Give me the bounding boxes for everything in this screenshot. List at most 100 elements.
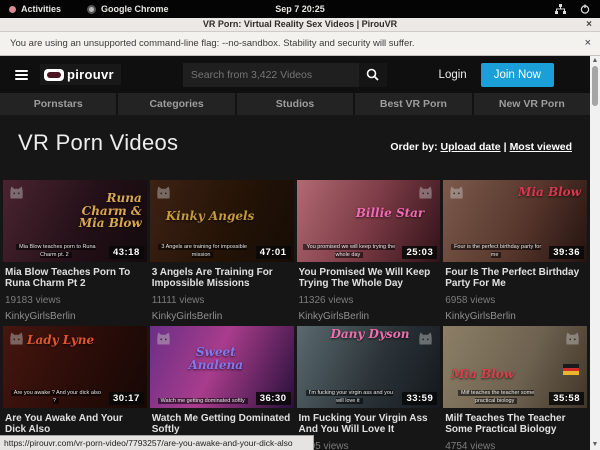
nav-item-pornstars[interactable]: Pornstars bbox=[0, 93, 118, 115]
studio-cat-mask-icon bbox=[448, 184, 465, 201]
system-bar: Activities Google Chrome Sep 7 20:25 bbox=[0, 0, 600, 18]
search-input[interactable] bbox=[183, 63, 359, 87]
video-thumbnail[interactable]: Mia Blow Four is the perfect birthday pa… bbox=[443, 180, 587, 262]
video-views: 19183 views bbox=[5, 295, 145, 306]
search-bar bbox=[183, 63, 387, 87]
video-thumbnail[interactable]: Dany Dyson I'm fucking your virgin ass a… bbox=[297, 326, 441, 408]
browser-viewport: pirouvr Login Join Now Pornstars bbox=[0, 56, 600, 450]
video-card[interactable]: Mia Blow Four is the perfect birthday pa… bbox=[443, 180, 587, 322]
thumbnail-performer-text: Dany Dyson bbox=[331, 328, 410, 341]
search-icon bbox=[366, 68, 379, 81]
video-thumbnail[interactable]: Kinky Angels 3 Angels are training for i… bbox=[150, 180, 294, 262]
video-card[interactable]: Lady Lyne Are you awake ? And your dick … bbox=[3, 326, 147, 450]
app-menu-button[interactable]: Google Chrome bbox=[101, 4, 169, 14]
video-card[interactable]: Runa Charm & Mia Blow Mia Blow teaches p… bbox=[3, 180, 147, 322]
thumbnail-performer-text: Runa Charm & Mia Blow bbox=[60, 192, 142, 230]
chrome-icon bbox=[87, 5, 96, 14]
scrollbar-thumb[interactable] bbox=[592, 66, 598, 106]
video-title-link[interactable]: Mia Blow Teaches Porn To Runa Charm Pt 2 bbox=[5, 267, 145, 289]
video-grid: Runa Charm & Mia Blow Mia Blow teaches p… bbox=[0, 164, 590, 450]
thumbnail-caption: Four is the perfect birthday party for m… bbox=[449, 243, 543, 260]
thumbnail-performer-text: Lady Lyne bbox=[27, 334, 94, 347]
video-title-link[interactable]: You Promised We Will Keep Trying The Who… bbox=[299, 267, 439, 289]
browser-title-bar: VR Porn: Virtual Reality Sex Videos | Pi… bbox=[0, 18, 600, 32]
vr-goggles-icon bbox=[44, 69, 64, 81]
video-card[interactable]: Sweet Analena Watch me getting dominated… bbox=[150, 326, 294, 450]
status-dot-icon bbox=[9, 6, 16, 13]
video-studio-link[interactable]: KinkyGirlsBerlin bbox=[445, 311, 585, 322]
thumbnail-caption: Milf teaches the teacher some practical … bbox=[449, 389, 543, 406]
site-logo[interactable]: pirouvr bbox=[40, 64, 121, 85]
nav-item-studios[interactable]: Studios bbox=[237, 93, 355, 115]
video-card[interactable]: Dany Dyson I'm fucking your virgin ass a… bbox=[297, 326, 441, 450]
duration-badge: 35:58 bbox=[549, 392, 584, 405]
order-upload-date-link[interactable]: Upload date bbox=[441, 141, 501, 153]
join-now-button[interactable]: Join Now bbox=[481, 63, 554, 87]
video-studio-link[interactable]: KinkyGirlsBerlin bbox=[152, 311, 292, 322]
video-views: 11326 views bbox=[299, 295, 439, 306]
german-flag-icon bbox=[563, 364, 579, 375]
duration-badge: 47:01 bbox=[256, 246, 291, 259]
video-studio-link[interactable]: KinkyGirlsBerlin bbox=[299, 311, 439, 322]
status-url-bar: https://pirouvr.com/vr-porn-video/779325… bbox=[0, 435, 314, 450]
thumbnail-performer-text: Mia Blow bbox=[451, 368, 514, 381]
studio-cat-mask-icon bbox=[155, 184, 172, 201]
nav-item-new-vr-porn[interactable]: New VR Porn bbox=[474, 93, 590, 115]
order-by: Order by: Upload date|Most viewed bbox=[390, 141, 572, 153]
thumbnail-caption: Are you awake ? And your dick also ? bbox=[9, 389, 103, 406]
video-title-link[interactable]: Watch Me Getting Dominated Softly bbox=[152, 413, 292, 435]
video-card[interactable]: Mia Blow Milf teaches the teacher some p… bbox=[443, 326, 587, 450]
duration-badge: 43:18 bbox=[109, 246, 144, 259]
video-title-link[interactable]: Milf Teaches The Teacher Some Practical … bbox=[445, 413, 585, 435]
thumbnail-caption: 3 Angels are training for impossible mis… bbox=[156, 243, 250, 260]
search-button[interactable] bbox=[359, 63, 387, 87]
screen: Activities Google Chrome Sep 7 20:25 VR … bbox=[0, 0, 600, 450]
studio-cat-mask-icon bbox=[8, 184, 25, 201]
warning-text: You are using an unsupported command-lin… bbox=[10, 32, 415, 55]
power-icon[interactable] bbox=[580, 4, 590, 14]
video-title-link[interactable]: 3 Angels Are Training For Impossible Mis… bbox=[152, 267, 292, 289]
studio-cat-mask-icon bbox=[417, 184, 434, 201]
studio-cat-mask-icon bbox=[564, 330, 581, 347]
order-most-viewed-link[interactable]: Most viewed bbox=[510, 141, 572, 153]
video-thumbnail[interactable]: Mia Blow Milf teaches the teacher some p… bbox=[443, 326, 587, 408]
video-title-link[interactable]: Four Is The Perfect Birthday Party For M… bbox=[445, 267, 585, 289]
duration-badge: 30:17 bbox=[109, 392, 144, 405]
video-thumbnail[interactable]: Runa Charm & Mia Blow Mia Blow teaches p… bbox=[3, 180, 147, 262]
video-card[interactable]: Billie Star You promised we will keep tr… bbox=[297, 180, 441, 322]
activities-button[interactable]: Activities bbox=[21, 4, 61, 14]
site-header: pirouvr Login Join Now bbox=[0, 56, 590, 93]
thumbnail-performer-text: Billie Star bbox=[356, 207, 425, 220]
video-views: 9795 views bbox=[299, 441, 439, 450]
video-title-link[interactable]: Are You Awake And Your Dick Also bbox=[5, 413, 145, 435]
tab-title[interactable]: VR Porn: Virtual Reality Sex Videos | Pi… bbox=[0, 18, 600, 31]
network-icon[interactable] bbox=[555, 4, 566, 14]
video-card[interactable]: Kinky Angels 3 Angels are training for i… bbox=[150, 180, 294, 322]
thumbnail-performer-text: Sweet Analena bbox=[176, 346, 256, 371]
warning-close-icon[interactable]: × bbox=[585, 32, 591, 55]
tab-close-icon[interactable]: × bbox=[586, 18, 592, 31]
scrollbar[interactable]: ▲ ▼ bbox=[590, 56, 600, 450]
thumbnail-performer-text: Kinky Angels bbox=[166, 210, 255, 223]
video-title-link[interactable]: Im Fucking Your Virgin Ass And You Will … bbox=[299, 413, 439, 435]
video-thumbnail[interactable]: Lady Lyne Are you awake ? And your dick … bbox=[3, 326, 147, 408]
order-by-label: Order by: bbox=[390, 141, 437, 153]
studio-cat-mask-icon bbox=[417, 330, 434, 347]
studio-cat-mask-icon bbox=[8, 330, 25, 347]
login-link[interactable]: Login bbox=[439, 69, 467, 81]
video-thumbnail[interactable]: Billie Star You promised we will keep tr… bbox=[297, 180, 441, 262]
scroll-up-icon[interactable]: ▲ bbox=[590, 56, 600, 66]
thumbnail-caption: Mia Blow teaches porn to Runa Charm pt. … bbox=[9, 243, 103, 260]
main-nav: Pornstars Categories Studios Best VR Por… bbox=[0, 93, 590, 115]
thumbnail-caption: I'm fucking your virgin ass and you will… bbox=[303, 389, 397, 406]
video-studio-link[interactable]: KinkyGirlsBerlin bbox=[5, 311, 145, 322]
duration-badge: 25:03 bbox=[402, 246, 437, 259]
scroll-down-icon[interactable]: ▼ bbox=[590, 440, 600, 450]
video-views: 6958 views bbox=[445, 295, 585, 306]
nav-item-best-vr-porn[interactable]: Best VR Porn bbox=[355, 93, 473, 115]
nav-item-categories[interactable]: Categories bbox=[118, 93, 236, 115]
hamburger-menu-icon[interactable] bbox=[15, 68, 28, 82]
logo-text: pirouvr bbox=[67, 67, 114, 82]
video-views: 11111 views bbox=[152, 295, 292, 306]
video-thumbnail[interactable]: Sweet Analena Watch me getting dominated… bbox=[150, 326, 294, 408]
